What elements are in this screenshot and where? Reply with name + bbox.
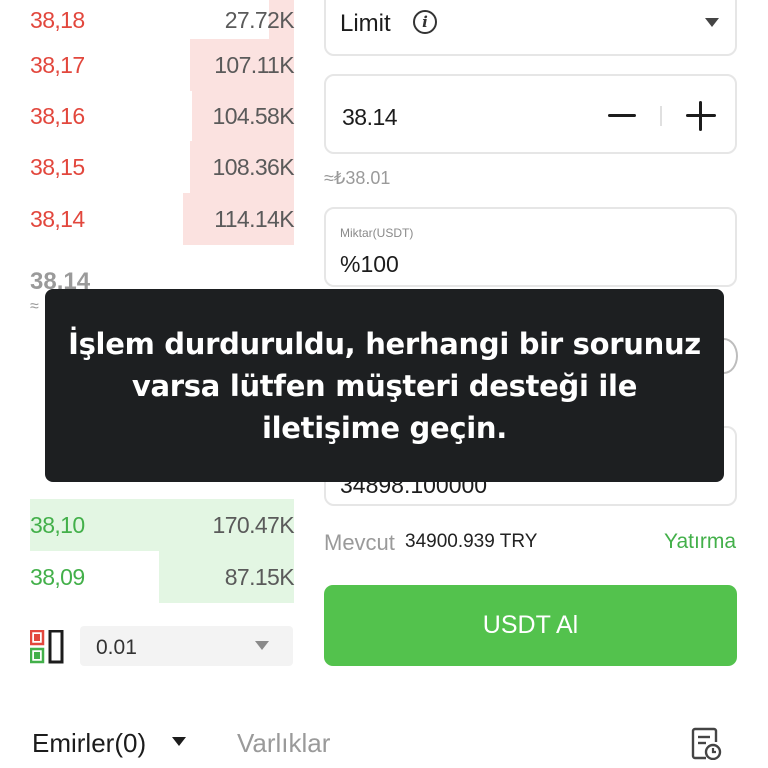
mid-approx: ≈ [30,298,39,315]
info-icon[interactable]: i [413,10,437,34]
ask-qty: 104.58K [212,103,295,129]
ask-qty: 108.36K [212,154,295,180]
ask-row[interactable]: 38,16 104.58K [30,90,295,142]
ask-price: 38,17 [30,52,85,78]
increment-price-button[interactable] [686,101,716,131]
stepper-divider [660,106,662,126]
available-label: Mevcut [324,530,395,555]
amount-input[interactable]: Miktar(USDT) %100 [324,207,737,287]
ask-price: 38,14 [30,206,85,232]
ask-qty: 114.14K [214,206,294,232]
approx-price-try: ≈₺38.01 [324,168,391,188]
chevron-down-icon [705,18,719,27]
ask-row[interactable]: 38,14 114.14K [30,193,295,245]
ask-price: 38,16 [30,103,85,129]
tab-assets[interactable]: Varlıklar [237,728,330,759]
ask-price: 38,15 [30,154,85,180]
book-layout-icon[interactable] [30,630,66,664]
price-input[interactable]: 38.14 [324,74,737,154]
depth-precision-value: 0.01 [96,636,137,659]
bid-row[interactable]: 38,09 87.15K [30,551,295,603]
buy-usdt-button[interactable]: USDT Al [324,585,737,666]
bid-qty: 170.47K [212,512,295,538]
available-balance: 34900.939 TRY [405,531,538,552]
toast-message: İşlem durduruldu, herhangi bir sorunuz v… [68,327,701,445]
chevron-down-icon [255,641,269,650]
ask-qty: 107.11K [214,52,294,78]
amount-label: Miktar(USDT) [340,226,414,240]
order-type-label: Limit [340,10,391,37]
order-history-icon[interactable] [690,726,722,760]
amount-value: %100 [340,251,399,277]
bid-qty: 87.15K [224,564,295,590]
caret-down-icon[interactable] [172,737,186,746]
bid-price: 38,10 [30,512,85,538]
bid-row[interactable]: 38,10 170.47K [30,499,295,551]
price-value: 38.14 [342,104,398,130]
decrement-price-button[interactable] [608,114,636,117]
bid-price: 38,09 [30,564,85,590]
error-toast: İşlem durduruldu, herhangi bir sorunuz v… [45,289,724,482]
ask-row[interactable]: 38,17 107.11K [30,39,295,91]
ask-price: 38,18 [30,7,85,33]
order-type-select[interactable]: Limit i [324,0,737,56]
ask-row[interactable]: 38,15 108.36K [30,141,295,193]
ask-qty: 27.72K [224,7,295,33]
deposit-link[interactable]: Yatırma [664,530,736,554]
depth-precision-select[interactable]: 0.01 [80,626,293,666]
tab-orders[interactable]: Emirler(0) [32,728,146,759]
